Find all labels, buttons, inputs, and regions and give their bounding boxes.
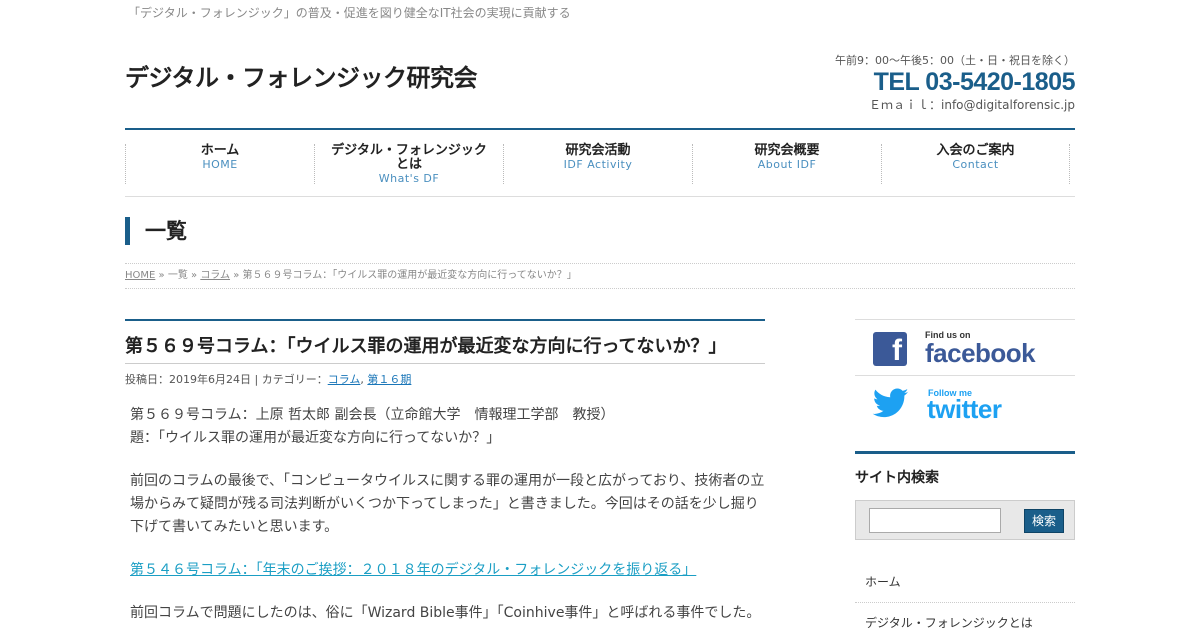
breadcrumb: HOME » 一覧 » コラム » 第５６９号コラム：「ウイルス罪の運用が最近変… — [125, 263, 1075, 289]
facebook-icon: f — [873, 332, 907, 367]
breadcrumb-separator: » — [230, 270, 243, 281]
site-title[interactable]: デジタル・フォレンジック研究会 — [125, 58, 478, 93]
article-title: 第５６９号コラム：「ウイルス罪の運用が最近変な方向に行ってないか？」 — [125, 319, 765, 364]
search-heading: サイト内検索 — [855, 451, 1075, 487]
meta-text: 投稿日：2019年6月24日 | カテゴリー： — [125, 373, 328, 386]
article-meta: 投稿日：2019年6月24日 | カテゴリー：コラム, 第１６期 — [125, 371, 411, 387]
search-button[interactable]: 検索 — [1024, 509, 1064, 533]
nav-sublabel: What's DF — [378, 172, 440, 185]
subject-line: 題：「ウイルス罪の運用が最近変な方向に行ってないか？」 — [130, 430, 501, 446]
twitter-banner[interactable]: Follow me twitter — [855, 375, 1075, 431]
breadcrumb-home-link[interactable]: HOME — [125, 270, 155, 281]
previous-column-link[interactable]: 第５４６号コラム：「年末のご挨拶：２０１８年のデジタル・フォレンジックを振り返る… — [130, 562, 696, 578]
facebook-banner[interactable]: f Find us on facebook — [855, 319, 1075, 375]
nav-label: 研究会活動 — [565, 143, 631, 158]
nav-item-home[interactable]: ホーム HOME — [125, 144, 314, 184]
nav-label: 入会のご案内 — [936, 143, 1015, 158]
breadcrumb-category-link[interactable]: コラム — [200, 270, 230, 281]
search-input[interactable] — [869, 508, 1001, 533]
nav-sublabel: HOME — [202, 158, 238, 171]
page-title: 一覧 — [125, 217, 187, 245]
article-body: 第５６９号コラム：上原 哲太郎 副会長（立命館大学 情報理工学部 教授） 題：「… — [130, 404, 765, 630]
breadcrumb-separator: » — [155, 270, 168, 281]
nav-sublabel: IDF Activity — [563, 158, 633, 171]
nav-sublabel: Contact — [952, 158, 999, 171]
site-tagline: 「デジタル・フォレンジック」の普及・促進を図り健全なIT社会の実現に貢献する — [128, 6, 571, 20]
nav-item-contact[interactable]: 入会のご案内 Contact — [881, 144, 1070, 184]
sidebar: f Find us on facebook Follow me twitter … — [855, 319, 1075, 630]
sidebar-item-whats-df[interactable]: デジタル・フォレンジックとは — [855, 603, 1075, 630]
search-form: 検索 — [855, 500, 1075, 540]
breadcrumb-current: 第５６９号コラム：「ウイルス罪の運用が最近変な方向に行ってないか？」 — [242, 270, 577, 281]
twitter-wordmark: twitter — [927, 394, 1002, 424]
nav-sublabel: About IDF — [757, 158, 817, 171]
breadcrumb-separator: » — [187, 270, 201, 281]
business-hours: 午前9：00～午後5：00（土・日・祝日を除く） — [835, 54, 1075, 67]
nav-label: 研究会概要 — [754, 143, 820, 158]
sidebar-item-home[interactable]: ホーム — [855, 562, 1075, 603]
nav-item-whats-df[interactable]: デジタル・フォレンジックとは What's DF — [314, 143, 503, 185]
main-nav: ホーム HOME デジタル・フォレンジックとは What's DF 研究会活動 … — [125, 128, 1075, 197]
body-paragraph: 前回のコラムの最後で、「コンピュータウイルスに関する罪の運用が一段と広がっており… — [130, 473, 765, 535]
nav-item-activity[interactable]: 研究会活動 IDF Activity — [503, 144, 692, 184]
body-paragraph: 前回コラムで問題にしたのは、俗に「Wizard Bible事件」「Coinhiv… — [130, 605, 761, 621]
sidebar-menu: ホーム デジタル・フォレンジックとは — [855, 562, 1075, 630]
phone-number: TEL 03-5420-1805 — [873, 68, 1076, 96]
twitter-bird-icon — [872, 388, 909, 418]
facebook-wordmark: facebook — [925, 338, 1036, 368]
nav-item-about[interactable]: 研究会概要 About IDF — [692, 144, 881, 184]
email-address: Ｅｍａｉｌ：info@digitalforensic.jp — [869, 98, 1075, 112]
category-link-term16[interactable]: 第１６期 — [367, 373, 411, 386]
nav-label: デジタル・フォレンジックとは — [331, 143, 487, 172]
nav-label: ホーム — [200, 143, 240, 158]
author-line: 第５６９号コラム：上原 哲太郎 副会長（立命館大学 情報理工学部 教授） — [130, 407, 615, 423]
contact-info: 午前9：00～午後5：00（土・日・祝日を除く） TEL 03-5420-180… — [835, 52, 1076, 113]
category-link-column[interactable]: コラム — [328, 373, 361, 386]
breadcrumb-list: 一覧 — [167, 270, 188, 281]
